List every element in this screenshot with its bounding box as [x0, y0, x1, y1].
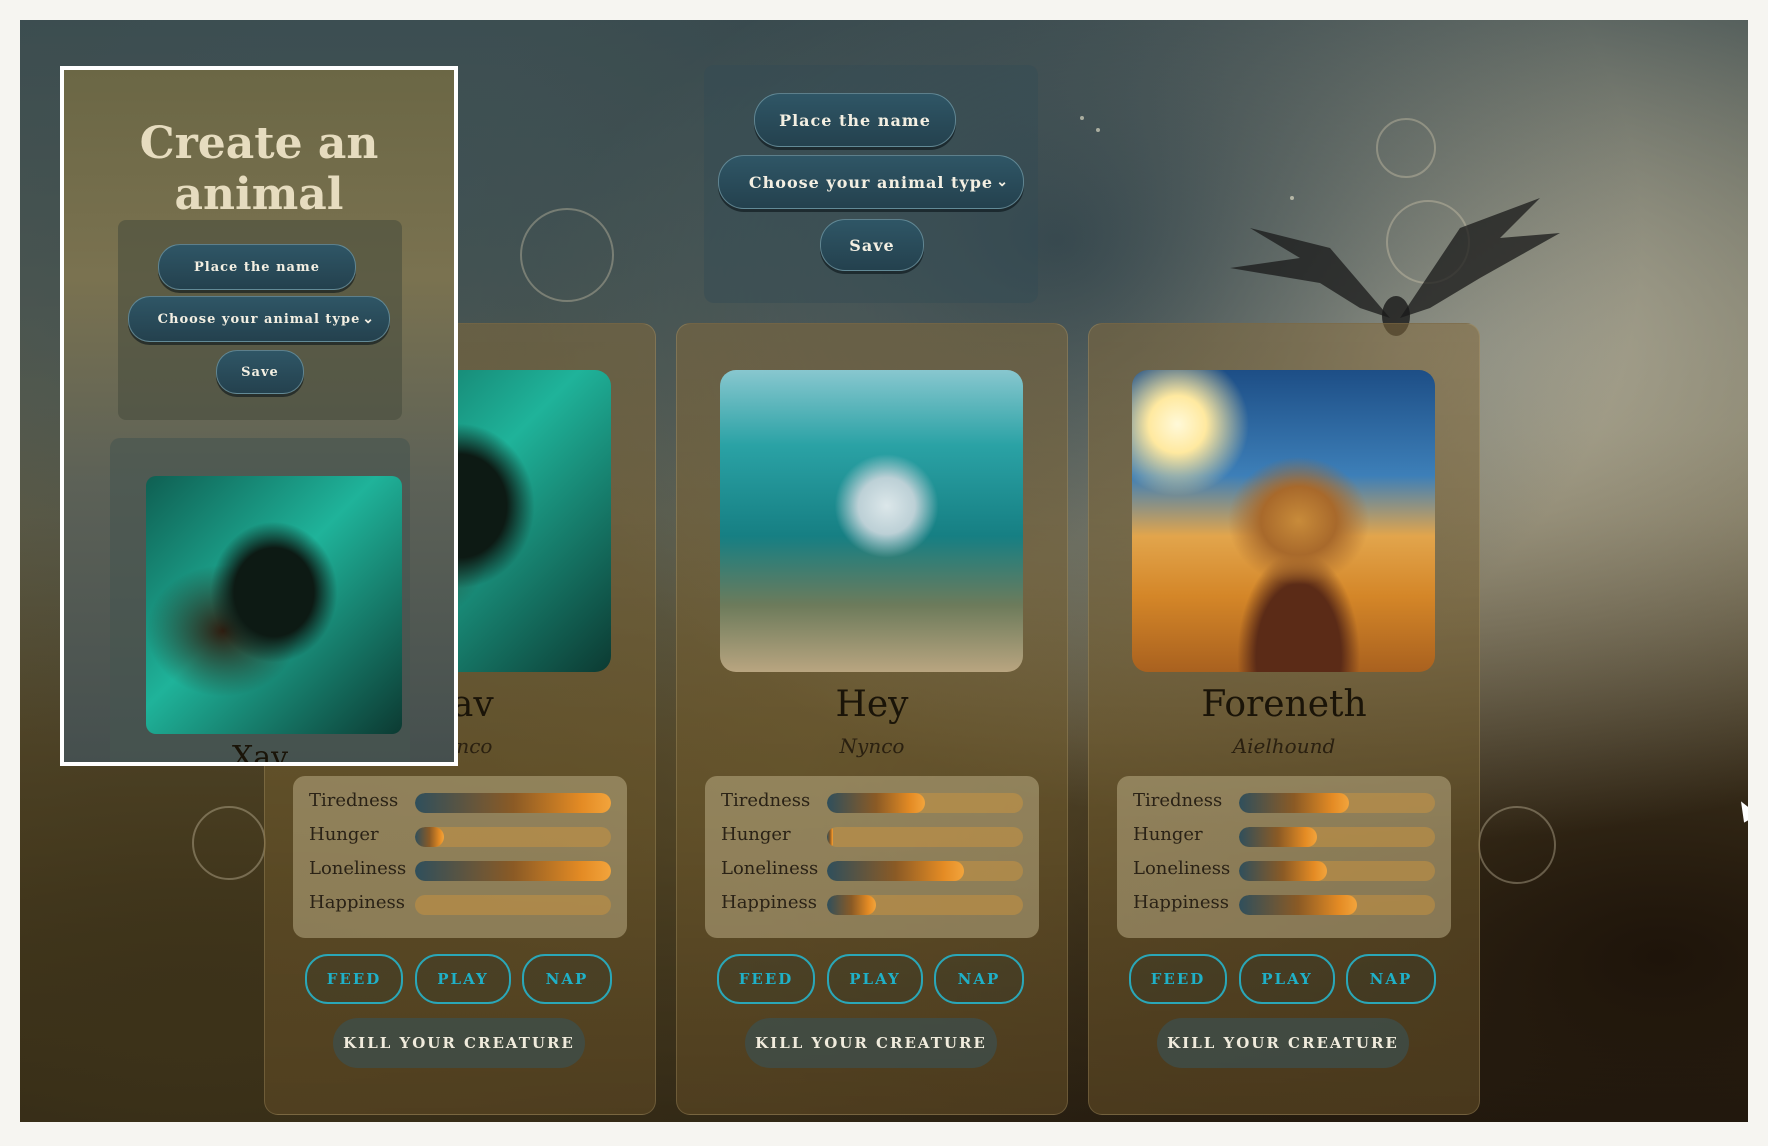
bar-fill [415, 861, 611, 881]
stats-panel: Tiredness Hunger Loneliness Happiness [293, 776, 627, 938]
hunger-bar [1239, 827, 1435, 847]
stat-row-hunger: Hunger [721, 824, 1023, 848]
save-button[interactable]: Save [216, 350, 304, 394]
creature-type: Nynco [839, 734, 905, 758]
creature-image [720, 370, 1023, 672]
chevron-down-icon: ⌄ [362, 311, 375, 327]
stats-panel: Tiredness Hunger Loneliness Happiness [705, 776, 1039, 938]
stat-row-hunger: Hunger [309, 824, 611, 848]
hunger-bar [415, 827, 611, 847]
create-animal-form: Place the name Choose your animal type ⌄… [118, 220, 402, 420]
kill-creature-button[interactable]: KILL YOUR CREATURE [333, 1018, 585, 1068]
tiredness-bar [827, 793, 1023, 813]
stat-label: Loneliness [721, 858, 819, 879]
star-decoration [1080, 116, 1084, 120]
winged-creature-decoration [1230, 198, 1560, 336]
play-button[interactable]: PLAY [415, 954, 511, 1004]
stat-label: Tiredness [721, 790, 811, 811]
stat-row-happiness: Happiness [721, 892, 1023, 916]
creature-card: Foreneth Aielhound Tiredness Hunger Lone… [1088, 323, 1480, 1115]
hunger-bar [827, 827, 1023, 847]
kill-creature-button[interactable]: KILL YOUR CREATURE [1157, 1018, 1409, 1068]
save-button[interactable]: Save [820, 219, 924, 271]
bar-fill [1239, 793, 1349, 813]
stat-label: Happiness [721, 892, 817, 913]
happiness-bar [827, 895, 1023, 915]
bar-fill [827, 895, 876, 915]
feed-button[interactable]: FEED [305, 954, 403, 1004]
name-input[interactable]: Place the name [158, 244, 356, 290]
stat-label: Happiness [1133, 892, 1229, 913]
loneliness-bar [415, 861, 611, 881]
create-animal-panel: Create an animal Place the name Choose y… [60, 66, 458, 766]
kill-creature-button[interactable]: KILL YOUR CREATURE [745, 1018, 997, 1068]
create-animal-form: Place the name Choose your animal type ⌄… [704, 65, 1038, 303]
rune-circle-decoration [1478, 806, 1556, 884]
stat-row-loneliness: Loneliness [309, 858, 611, 882]
stat-label: Happiness [309, 892, 405, 913]
stat-row-tiredness: Tiredness [309, 790, 611, 814]
stat-label: Hunger [721, 824, 791, 845]
bar-fill [827, 827, 833, 847]
stat-row-happiness: Happiness [309, 892, 611, 916]
stats-panel: Tiredness Hunger Loneliness Happiness [1117, 776, 1451, 938]
nap-button[interactable]: NAP [522, 954, 612, 1004]
feed-button[interactable]: FEED [717, 954, 815, 1004]
happiness-bar [415, 895, 611, 915]
bar-fill [827, 861, 965, 881]
stat-row-loneliness: Loneliness [1133, 858, 1435, 882]
play-button[interactable]: PLAY [1239, 954, 1335, 1004]
page-title: Create an animal [139, 118, 379, 220]
stat-label: Hunger [309, 824, 379, 845]
creature-image [146, 476, 402, 734]
stat-label: Tiredness [1133, 790, 1223, 811]
tiredness-bar [1239, 793, 1435, 813]
play-button[interactable]: PLAY [827, 954, 923, 1004]
stat-row-happiness: Happiness [1133, 892, 1435, 916]
stat-label: Loneliness [1133, 858, 1231, 879]
stat-label: Loneliness [309, 858, 407, 879]
happiness-bar [1239, 895, 1435, 915]
bar-fill [827, 793, 925, 813]
star-decoration [1096, 128, 1100, 132]
animal-type-select-label: Choose your animal type [157, 311, 361, 327]
stat-row-tiredness: Tiredness [721, 790, 1023, 814]
loneliness-bar [1239, 861, 1435, 881]
stat-row-loneliness: Loneliness [721, 858, 1023, 882]
stat-row-tiredness: Tiredness [1133, 790, 1435, 814]
creature-image [1132, 370, 1435, 672]
stat-label: Hunger [1133, 824, 1203, 845]
mouse-cursor-icon [1734, 797, 1748, 823]
creature-name: Xav [231, 740, 289, 766]
bar-fill [415, 827, 445, 847]
rune-circle-decoration [1376, 118, 1436, 178]
stat-label: Tiredness [309, 790, 399, 811]
nap-button[interactable]: NAP [934, 954, 1024, 1004]
creature-card: Hey Nynco Tiredness Hunger Loneliness Ha… [676, 323, 1068, 1115]
bar-fill [1239, 895, 1357, 915]
creature-name: Hey [835, 684, 909, 725]
feed-button[interactable]: FEED [1129, 954, 1227, 1004]
creature-card-preview: Xav [110, 438, 410, 766]
animal-type-select-label: Choose your animal type [748, 172, 994, 192]
rune-circle-decoration [192, 806, 266, 880]
nap-button[interactable]: NAP [1346, 954, 1436, 1004]
creature-type: Aielhound [1232, 734, 1336, 758]
chevron-down-icon: ⌄ [996, 174, 1009, 190]
stat-row-hunger: Hunger [1133, 824, 1435, 848]
creature-name: Foreneth [1201, 684, 1367, 725]
animal-type-select[interactable]: Choose your animal type ⌄ [718, 155, 1024, 209]
rune-circle-decoration [520, 208, 614, 302]
bar-fill [415, 793, 611, 813]
name-input[interactable]: Place the name [754, 93, 956, 147]
loneliness-bar [827, 861, 1023, 881]
animal-type-select[interactable]: Choose your animal type ⌄ [128, 296, 390, 342]
tiredness-bar [415, 793, 611, 813]
bar-fill [1239, 861, 1328, 881]
bar-fill [1239, 827, 1318, 847]
